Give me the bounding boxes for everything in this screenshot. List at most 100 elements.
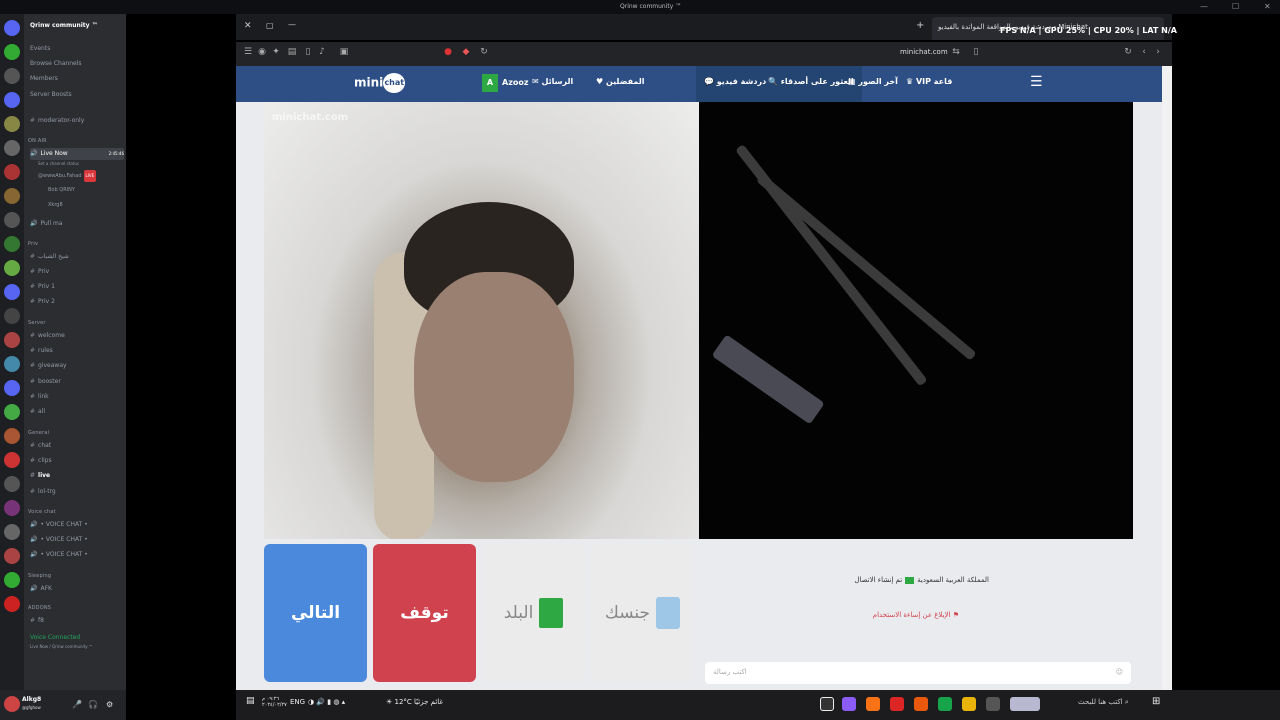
app-icon[interactable] [890, 697, 904, 711]
nav-search[interactable]: 🔍 العثور على أصدقاء [768, 77, 854, 91]
store-icon[interactable] [986, 697, 1000, 711]
voice-channel-afk[interactable]: 🔊 AFK [30, 583, 124, 595]
maximize-icon[interactable]: ☐ [1232, 2, 1239, 11]
server-icon[interactable] [4, 572, 20, 588]
panel-icon[interactable]: ▯ [302, 47, 314, 59]
windows-start-icon[interactable]: ⊞ [1152, 696, 1160, 707]
minimize-icon[interactable]: — [1200, 2, 1208, 11]
scrollbar[interactable] [1162, 66, 1172, 690]
members-item[interactable]: Members [30, 73, 124, 85]
notification-icon[interactable]: ▤ [246, 696, 255, 706]
channel-item[interactable]: # lol-trg [30, 486, 124, 498]
server-icon[interactable] [4, 452, 20, 468]
voice-channel-pull[interactable]: 🔊 Pull ma [30, 218, 124, 230]
tab-actions-icon[interactable]: ▢ [266, 21, 274, 30]
server-name[interactable]: Qrinw community ™ [30, 20, 124, 32]
language-indicator[interactable]: ENG [290, 698, 305, 706]
menu-icon[interactable]: ☰ [242, 47, 254, 59]
channel-item[interactable]: # Priv 2 [30, 296, 124, 308]
server-icon[interactable] [4, 524, 20, 540]
channel-item[interactable]: # welcome [30, 330, 124, 342]
channel-item[interactable]: # all [30, 406, 124, 418]
server-icon[interactable] [4, 260, 20, 276]
location-icon[interactable]: ◉ [256, 47, 268, 59]
app-icon[interactable] [938, 697, 952, 711]
reload-icon[interactable]: ↻ [1122, 47, 1134, 59]
server-icon[interactable] [4, 404, 20, 420]
home-icon[interactable] [4, 20, 20, 36]
avatar[interactable] [4, 696, 20, 712]
events-item[interactable]: Events [30, 43, 124, 55]
category-on-air[interactable]: ON AIR [28, 138, 47, 144]
voice-user[interactable]: @wwwAbu.Fahad LIVE [38, 170, 132, 182]
extension-icon[interactable]: ● [442, 47, 454, 59]
minimize-icon[interactable]: — [288, 20, 296, 29]
category-addons[interactable]: ADDONS [28, 605, 51, 611]
music-icon[interactable]: ♪ [316, 47, 328, 59]
channel-item[interactable]: # Priv [30, 266, 124, 278]
server-icon[interactable] [4, 236, 20, 252]
channel-item[interactable]: # clips [30, 455, 124, 467]
tab-video-chat[interactable]: 💬 دردشة فيديو [704, 77, 766, 91]
channel-item[interactable]: # link [30, 391, 124, 403]
shield-icon[interactable]: ◆ [460, 47, 472, 59]
voice-channel[interactable]: 🔊 • VOICE CHAT • [30, 549, 124, 561]
channel-item[interactable]: # giveaway [30, 360, 124, 372]
server-icon[interactable] [4, 92, 20, 108]
nav-user[interactable]: A Azooz [482, 74, 529, 92]
nav-photos[interactable]: ▦ آخر الصور [848, 77, 898, 91]
taskbar-search[interactable]: اكتب هنا للبحث ⌕ [1078, 698, 1129, 707]
stop-button[interactable]: توقف [373, 544, 476, 682]
forward-icon[interactable]: › [1152, 47, 1164, 59]
reload-page-icon[interactable]: ↻ [478, 47, 490, 59]
server-boosts-item[interactable]: Server Boosts [30, 89, 124, 101]
country-button[interactable]: البلد [482, 544, 585, 682]
category-general[interactable]: General [28, 430, 49, 436]
channel-moderator-only[interactable]: # moderator-only [30, 115, 124, 127]
channel-item[interactable]: # شيخ الشباب [30, 251, 124, 263]
next-button[interactable]: التالي [264, 544, 367, 682]
server-icon[interactable] [4, 596, 20, 612]
channel-item[interactable]: # rules [30, 345, 124, 357]
server-icon[interactable] [4, 548, 20, 564]
channel-item[interactable]: # f8 [30, 615, 124, 627]
close-icon[interactable]: ✕ [244, 21, 252, 31]
channel-item[interactable]: # live [30, 470, 124, 482]
category-voice-chat[interactable]: Voice chat [28, 509, 56, 515]
gender-button[interactable]: جنسك [591, 544, 694, 682]
widget-icon[interactable] [1010, 697, 1040, 711]
url-bar[interactable]: minichat.com [900, 48, 948, 56]
brave-icon[interactable] [914, 697, 928, 711]
server-icon[interactable] [4, 164, 20, 180]
nav-vip[interactable]: ♛ VIP قاعة [906, 77, 952, 91]
server-icon[interactable] [4, 380, 20, 396]
mic-icon[interactable]: 🎤 [72, 700, 82, 709]
nav-messages[interactable]: ✉ الرسائل [532, 77, 573, 91]
back-icon[interactable]: ‹ [1138, 47, 1150, 59]
minichat-logo[interactable]: minichat [354, 73, 406, 93]
voice-connected-sub[interactable]: Live Now / Qrinw community ™ [30, 641, 124, 653]
server-icon[interactable] [4, 476, 20, 492]
emoji-icon[interactable]: ☺ [1116, 668, 1123, 676]
tray-icons[interactable]: ◑ 🔊 ▮ ◍ ▴ [308, 698, 345, 706]
category-sleeping[interactable]: Sleeping [28, 573, 51, 579]
app-icon[interactable] [820, 697, 834, 711]
channel-item[interactable]: # booster [30, 376, 124, 388]
extension-icon[interactable]: ✦ [270, 47, 282, 59]
sidebar-icon[interactable]: ▤ [286, 47, 298, 59]
report-abuse-link[interactable]: الإبلاغ عن إساءة الاستخدام ⚑ [699, 611, 959, 619]
voice-channel[interactable]: 🔊 • VOICE CHAT • [30, 519, 124, 531]
server-icon[interactable] [4, 428, 20, 444]
server-icon[interactable] [4, 308, 20, 324]
chat-input[interactable]: اكتب رسالة ☺ [705, 662, 1131, 684]
app-icon[interactable] [842, 697, 856, 711]
weather-widget[interactable]: ☀ 12°C غائم جزئيًا [386, 698, 443, 706]
category-priv[interactable]: Priv [28, 241, 38, 247]
server-icon[interactable] [4, 68, 20, 84]
browse-channels-item[interactable]: Browse Channels [30, 58, 124, 70]
channel-item[interactable]: # chat [30, 440, 124, 452]
clock[interactable]: ٠٩:٢٦ م ٢٠٢٤/٠٢/٢٧ [262, 696, 287, 708]
site-settings-icon[interactable]: ⇆ [950, 47, 962, 59]
server-icon[interactable] [4, 500, 20, 516]
server-icon[interactable] [4, 212, 20, 228]
